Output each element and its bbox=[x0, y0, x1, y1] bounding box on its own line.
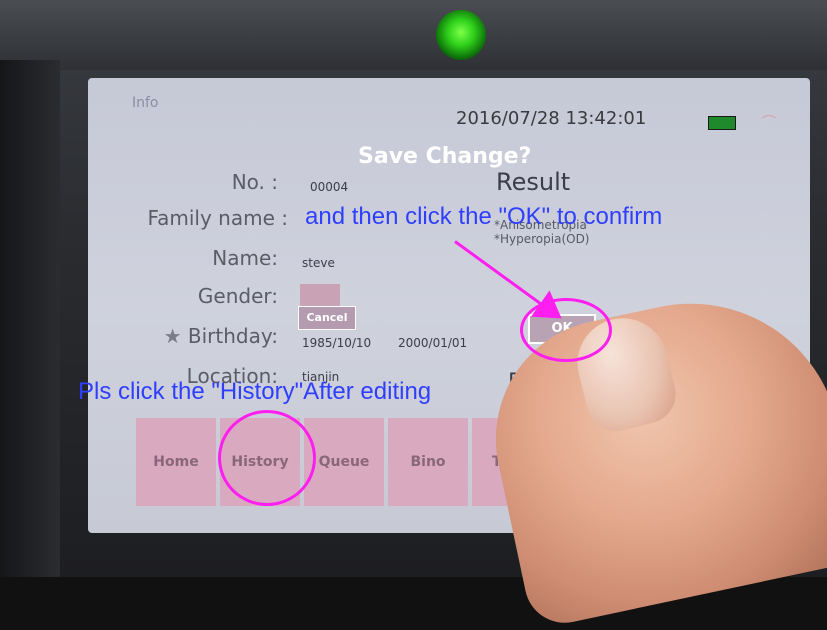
nav-bino-button[interactable]: Bino bbox=[388, 418, 468, 506]
history-instruction: Pls click the "History"After editing bbox=[78, 378, 432, 405]
confirm-instruction: and then click the "OK" to confirm bbox=[305, 203, 663, 230]
no-label: No. : bbox=[231, 170, 278, 194]
diagnosis-item: *Hyperopia(OD) bbox=[494, 232, 590, 246]
family-name-label: Family name : bbox=[147, 206, 288, 230]
birthday-label: ★ Birthday: bbox=[88, 324, 278, 348]
name-value[interactable]: steve bbox=[302, 256, 335, 270]
device-bezel bbox=[0, 0, 827, 70]
device-frame: Info 2016/07/28 13:42:01 ⌒ Save Change? … bbox=[0, 0, 827, 630]
gender-label: Gender: bbox=[197, 284, 278, 308]
cancel-button[interactable]: Cancel bbox=[298, 306, 356, 330]
status-datetime: 2016/07/28 13:42:01 bbox=[456, 108, 647, 129]
no-value: 00004 bbox=[310, 180, 349, 194]
birthday-label-text: Birthday: bbox=[187, 324, 278, 348]
battery-icon bbox=[708, 116, 736, 130]
nav-home-button[interactable]: Home bbox=[136, 418, 216, 506]
birthday-value[interactable]: 1985/10/10 bbox=[302, 336, 371, 350]
required-marker: ★ bbox=[163, 324, 188, 348]
name-label: Name: bbox=[212, 246, 278, 270]
result-header: Result bbox=[496, 168, 571, 196]
power-led bbox=[436, 10, 486, 60]
birthday-value-alt[interactable]: 2000/01/01 bbox=[398, 336, 467, 350]
wifi-icon: ⌒ bbox=[762, 115, 776, 131]
device-edge bbox=[0, 60, 60, 577]
dialog-title: Save Change? bbox=[358, 144, 532, 169]
page-title: Info bbox=[132, 95, 159, 111]
history-highlight-circle bbox=[218, 410, 316, 506]
nav-queue-button[interactable]: Queue bbox=[304, 418, 384, 506]
